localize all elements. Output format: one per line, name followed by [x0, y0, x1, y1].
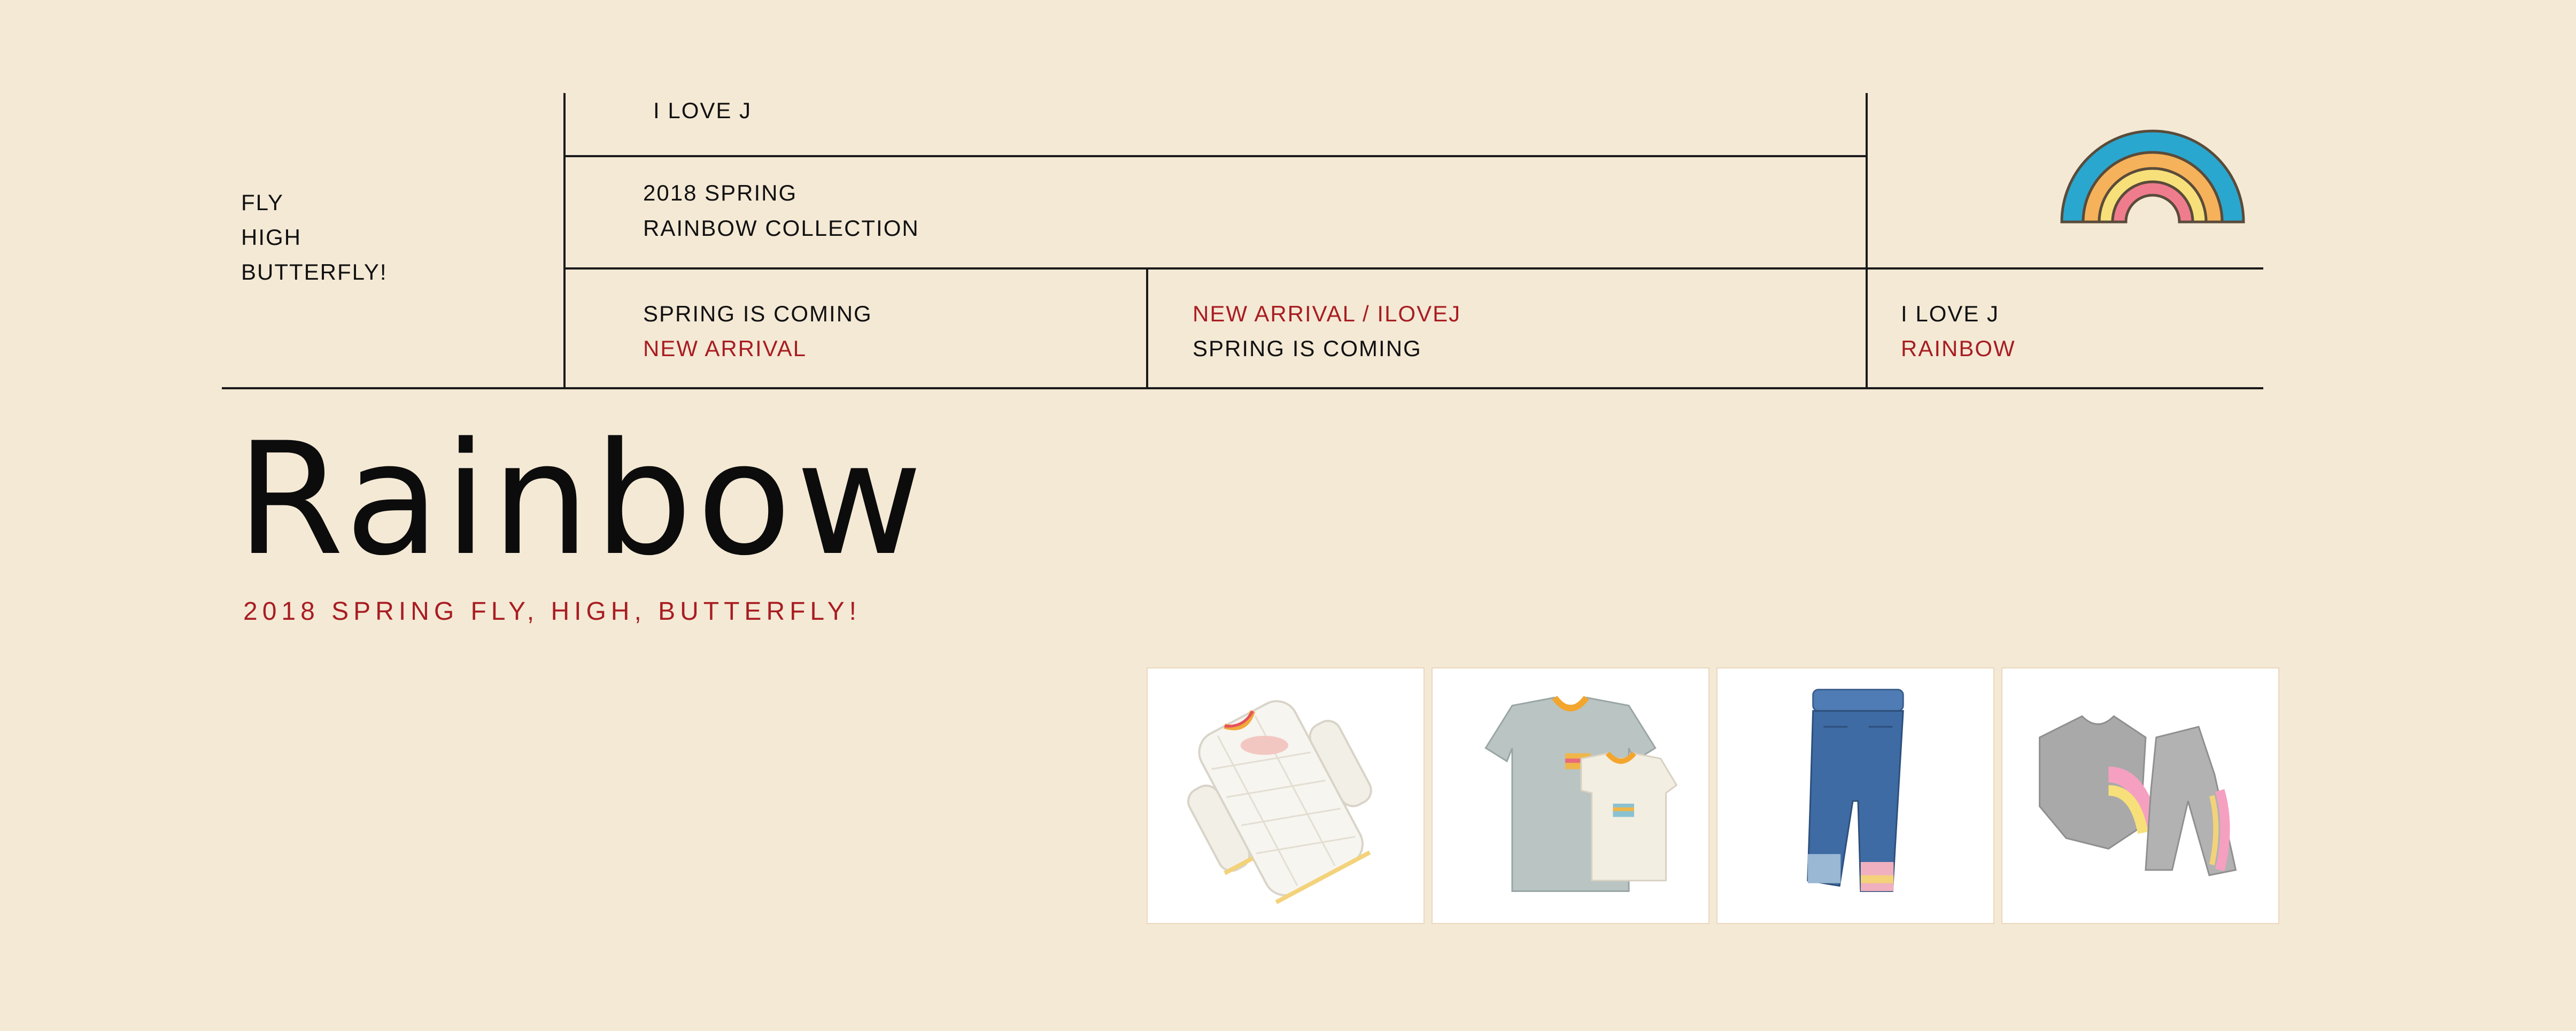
cell-a-line-1: SPRING IS COMING: [643, 301, 872, 326]
hero-title: Rainbow: [236, 410, 927, 590]
tagline-line-2: HIGH: [241, 225, 301, 250]
quilted-coat-image: [1187, 700, 1372, 904]
grid-vline-middle: [1146, 267, 1148, 389]
grid-hline-mid: [563, 267, 2263, 270]
cell-b-line-1: NEW ARRIVAL / ILOVEJ: [1193, 301, 1461, 326]
product-thumb-jeans[interactable]: [1716, 667, 1994, 924]
grid-hline-top: [563, 155, 1868, 157]
brand-label: I LOVE J: [653, 98, 752, 123]
product-thumb-sweatsuit[interactable]: [2001, 667, 2279, 924]
tshirt-set-image: [1484, 695, 1678, 892]
denim-jeans-image: [1807, 689, 1904, 892]
collection-line-2: RAINBOW COLLECTION: [643, 216, 919, 241]
tagline-line-1: FLY: [241, 190, 284, 215]
cell-c-line-1: I LOVE J: [1901, 301, 2000, 326]
tagline-line-3: BUTTERFLY!: [241, 259, 388, 284]
collection-line-1: 2018 SPRING: [643, 180, 798, 205]
cell-c-line-2: RAINBOW: [1901, 336, 2016, 361]
grid-vline-left: [563, 93, 566, 389]
product-thumb-tshirts[interactable]: [1432, 667, 1709, 924]
rainbow-icon: [2059, 107, 2246, 225]
cell-a-line-2: NEW ARRIVAL: [643, 336, 807, 361]
hero-subtitle: 2018 SPRING FLY, HIGH, BUTTERFLY!: [243, 597, 861, 626]
cell-b-line-2: SPRING IS COMING: [1193, 336, 1422, 361]
grid-hline-bottom: [222, 387, 2263, 389]
grid-vline-right: [1866, 93, 1868, 389]
rainbow-sweatsuit-image: [2039, 715, 2237, 876]
product-thumb-coat[interactable]: [1147, 667, 1425, 924]
